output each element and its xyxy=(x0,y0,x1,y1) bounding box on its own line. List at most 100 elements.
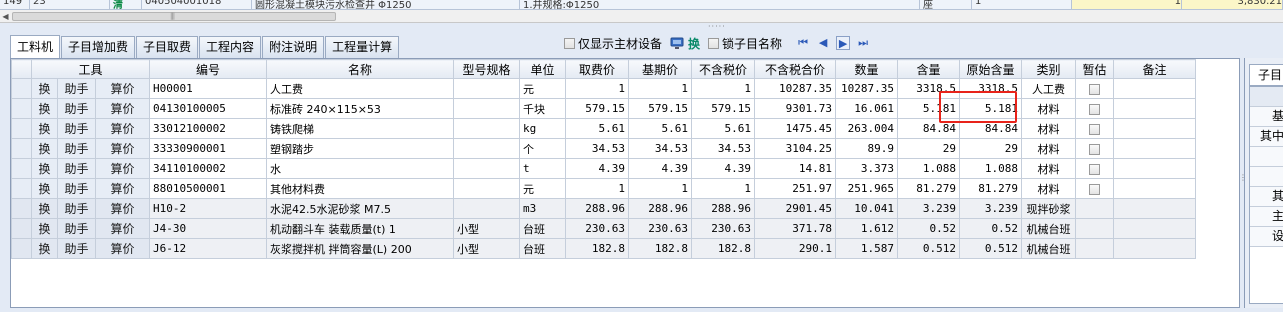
cell-original-content[interactable]: 0.512 xyxy=(959,238,1022,259)
cell-notax-total[interactable]: 14.81 xyxy=(754,158,836,179)
cell-content[interactable]: 0.512 xyxy=(897,238,960,259)
row-selector[interactable] xyxy=(11,178,32,199)
cell-content[interactable]: 5.181 xyxy=(897,98,960,119)
estimate-checkbox[interactable] xyxy=(1089,103,1100,115)
cell-estimate[interactable] xyxy=(1075,238,1114,259)
cell-unit[interactable]: 元 xyxy=(519,78,566,99)
cell-content[interactable]: 3.239 xyxy=(897,198,960,219)
cell-content[interactable]: 84.84 xyxy=(897,118,960,139)
cell-remark[interactable] xyxy=(1113,218,1196,239)
cell-unit[interactable]: t xyxy=(519,158,566,179)
vertical-splitter-icon[interactable]: ⋮ xyxy=(1239,174,1247,182)
cell-spec[interactable]: 小型 xyxy=(453,238,520,259)
table-row[interactable]: 换助手 算价 H10-2 水泥42.5水泥砂浆 M7.5 m3 288.96 288.96 2… xyxy=(11,198,1196,219)
cell-base-price[interactable]: 579.15 xyxy=(628,98,692,119)
cell-notax-price[interactable]: 5.61 xyxy=(691,118,755,139)
cell-category[interactable]: 材料 xyxy=(1021,158,1076,179)
cell-content[interactable]: 1.088 xyxy=(897,158,960,179)
cell-estimate[interactable] xyxy=(1075,218,1114,239)
cell-notax-total[interactable]: 251.97 xyxy=(754,178,836,199)
cell-original-content[interactable]: 5.181 xyxy=(959,98,1022,119)
cell-estimate[interactable] xyxy=(1075,78,1114,99)
column-header-notax-total[interactable]: 不含税合价 xyxy=(754,59,836,79)
table-row[interactable]: 换助手 算价 04130100005 标准砖 240×115×53 千块 579.15 57… xyxy=(11,98,1196,119)
estimate-checkbox[interactable] xyxy=(1089,163,1100,175)
cell-notax-total[interactable]: 3104.25 xyxy=(754,138,836,159)
cell-code[interactable]: 33330900001 xyxy=(149,138,267,159)
swap-button[interactable]: 换 xyxy=(31,78,58,99)
cell-unit[interactable]: 台班 xyxy=(519,218,566,239)
row-selector[interactable] xyxy=(11,118,32,139)
tab-notes[interactable]: 附注说明 xyxy=(262,36,325,58)
cell-original-content[interactable]: 1.088 xyxy=(959,158,1022,179)
cell-category[interactable]: 材料 xyxy=(1021,118,1076,139)
cell-remark[interactable] xyxy=(1113,138,1196,159)
cell-estimate[interactable] xyxy=(1075,138,1114,159)
swap-button[interactable]: 换 xyxy=(31,178,58,199)
row-selector[interactable] xyxy=(11,138,32,159)
cell-content[interactable]: 29 xyxy=(897,138,960,159)
tab-fee-taking[interactable]: 子目取费 xyxy=(136,36,199,58)
swap-button[interactable]: 换 xyxy=(31,238,58,259)
cell-spec[interactable]: 小型 xyxy=(453,218,520,239)
cell-spec[interactable] xyxy=(453,98,520,119)
column-header-code[interactable]: 编号 xyxy=(149,59,267,79)
cell-notax-total[interactable]: 371.78 xyxy=(754,218,836,239)
assistant-button[interactable]: 助手 xyxy=(57,198,96,219)
cell-estimate[interactable] xyxy=(1075,198,1114,219)
horizontal-scrollbar[interactable]: ◀ ||| xyxy=(0,10,1283,23)
checkbox-icon[interactable] xyxy=(708,37,720,49)
cell-notax-total[interactable]: 9301.73 xyxy=(754,98,836,119)
cell-unit[interactable]: kg xyxy=(519,118,566,139)
cell-quantity[interactable]: 1.612 xyxy=(835,218,898,239)
cell-notax-price[interactable]: 230.63 xyxy=(691,218,755,239)
price-calc-button[interactable]: 算价 xyxy=(95,238,150,259)
cell-notax-price[interactable]: 288.96 xyxy=(691,198,755,219)
cell-category[interactable]: 材料 xyxy=(1021,98,1076,119)
cell-name[interactable]: 其他材料费 xyxy=(266,178,454,199)
cell-original-content[interactable]: 84.84 xyxy=(959,118,1022,139)
cell-notax-price[interactable]: 579.15 xyxy=(691,98,755,119)
cell-quantity[interactable]: 1.587 xyxy=(835,238,898,259)
cell-remark[interactable] xyxy=(1113,98,1196,119)
splitter-handle-icon[interactable]: ····· xyxy=(708,23,728,31)
cell-spec[interactable] xyxy=(453,78,520,99)
tab-quantity-calc[interactable]: 工程量计算 xyxy=(325,36,400,58)
cell-remark[interactable] xyxy=(1113,78,1196,99)
cell-quantity[interactable]: 10287.35 xyxy=(835,78,898,99)
table-row[interactable]: 换助手 算价 88010500001 其他材料费元 1 1 1 251.97 251.965 81… xyxy=(11,178,1196,199)
cell-category[interactable]: 材料 xyxy=(1021,178,1076,199)
cell-name[interactable]: 塑钢踏步 xyxy=(266,138,454,159)
cell-estimate[interactable] xyxy=(1075,98,1114,119)
cell-spec[interactable] xyxy=(453,118,520,139)
cell-original-content[interactable]: 0.52 xyxy=(959,218,1022,239)
cell-fee-price[interactable]: 579.15 xyxy=(565,98,629,119)
cell-notax-total[interactable]: 290.1 xyxy=(754,238,836,259)
cell-quantity[interactable]: 89.9 xyxy=(835,138,898,159)
cell-fee-price[interactable]: 230.63 xyxy=(565,218,629,239)
price-calc-button[interactable]: 算价 xyxy=(95,158,150,179)
cell-code[interactable]: 33012100002 xyxy=(149,118,267,139)
table-row[interactable]: 换助手 算价 33012100002 铸铁爬梯 kg 5.61 5.61 5.61 1475.4… xyxy=(11,118,1196,139)
cell-spec[interactable] xyxy=(453,158,520,179)
swap-button[interactable]: 换 xyxy=(31,198,58,219)
cell-notax-total[interactable]: 10287.35 xyxy=(754,78,836,99)
cell-quantity[interactable]: 251.965 xyxy=(835,178,898,199)
cell-spec[interactable] xyxy=(453,138,520,159)
cell-remark[interactable] xyxy=(1113,238,1196,259)
cell-code[interactable]: H10-2 xyxy=(149,198,267,219)
cell-code[interactable]: 34110100002 xyxy=(149,158,267,179)
tab-labor-material-machine[interactable]: 工料机 xyxy=(10,35,61,59)
swap-button[interactable]: 换 xyxy=(31,98,58,119)
estimate-checkbox[interactable] xyxy=(1089,123,1100,135)
assistant-button[interactable]: 助手 xyxy=(57,238,96,259)
cell-unit[interactable]: m3 xyxy=(519,198,566,219)
next-record-icon[interactable]: ▶ xyxy=(836,36,851,50)
cell-base-price[interactable]: 4.39 xyxy=(628,158,692,179)
cell-notax-total[interactable]: 1475.45 xyxy=(754,118,836,139)
table-row[interactable]: 换助手 算价 33330900001 塑钢踏步个 34.53 34.53 34.53 3104… xyxy=(11,138,1196,159)
swap-button[interactable]: 换 xyxy=(31,138,58,159)
cell-name[interactable]: 标准砖 240×115×53 xyxy=(266,98,454,119)
assistant-button[interactable]: 助手 xyxy=(57,118,96,139)
price-calc-button[interactable]: 算价 xyxy=(95,138,150,159)
